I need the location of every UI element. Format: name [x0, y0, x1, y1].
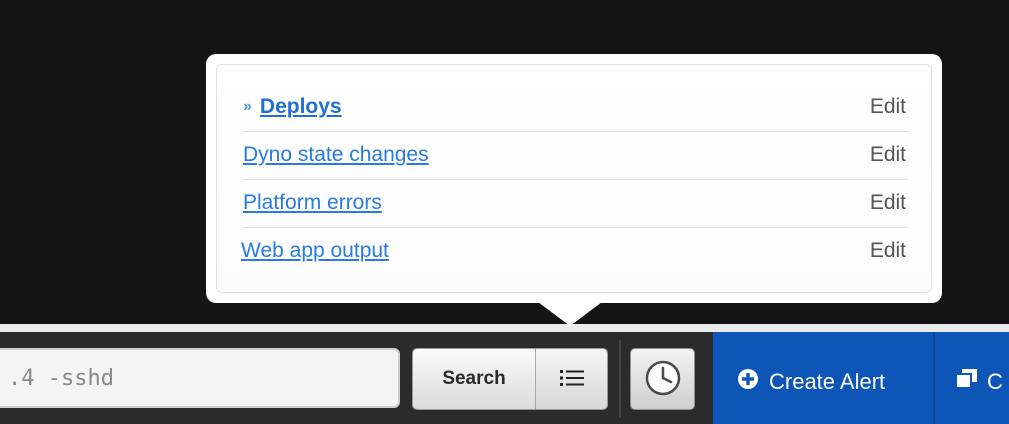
saved-search-row: Dyno state changes Edit — [243, 131, 908, 180]
saved-search-row: Web app output Edit — [241, 227, 908, 275]
edit-link[interactable]: Edit — [870, 191, 908, 215]
create-alert-label: Create Alert — [769, 369, 886, 394]
chevron-right-icon: » — [243, 98, 252, 115]
saved-search-link-deploys[interactable]: Deploys — [260, 95, 342, 119]
saved-search-link-dyno-state-changes[interactable]: Dyno state changes — [243, 143, 429, 167]
clock-icon — [644, 359, 682, 400]
plus-circle-icon — [737, 368, 759, 396]
search-button[interactable]: Search — [413, 349, 536, 409]
toolbar-divider — [0, 324, 1009, 332]
search-button-group: Search — [412, 348, 608, 410]
saved-search-row: » Deploys Edit — [243, 83, 908, 132]
search-input[interactable] — [0, 348, 400, 408]
copy-button[interactable]: C — [955, 352, 1003, 412]
edit-link[interactable]: Edit — [870, 239, 908, 263]
edit-link[interactable]: Edit — [870, 143, 908, 167]
saved-search-row: Platform errors Edit — [243, 179, 908, 228]
edit-link[interactable]: Edit — [870, 95, 908, 119]
actions-divider — [933, 332, 935, 424]
popover-arrow — [538, 302, 602, 326]
copy-label: C — [987, 369, 1003, 394]
time-button[interactable] — [630, 348, 695, 410]
create-alert-button[interactable]: Create Alert — [737, 352, 885, 412]
toolbar-separator — [619, 340, 621, 418]
saved-searches-button[interactable] — [536, 349, 607, 409]
copy-icon — [955, 368, 979, 396]
saved-search-link-web-app-output[interactable]: Web app output — [241, 239, 389, 263]
list-icon — [559, 368, 584, 391]
saved-search-label-wrap: » Deploys — [243, 95, 342, 119]
saved-search-link-platform-errors[interactable]: Platform errors — [243, 191, 382, 215]
